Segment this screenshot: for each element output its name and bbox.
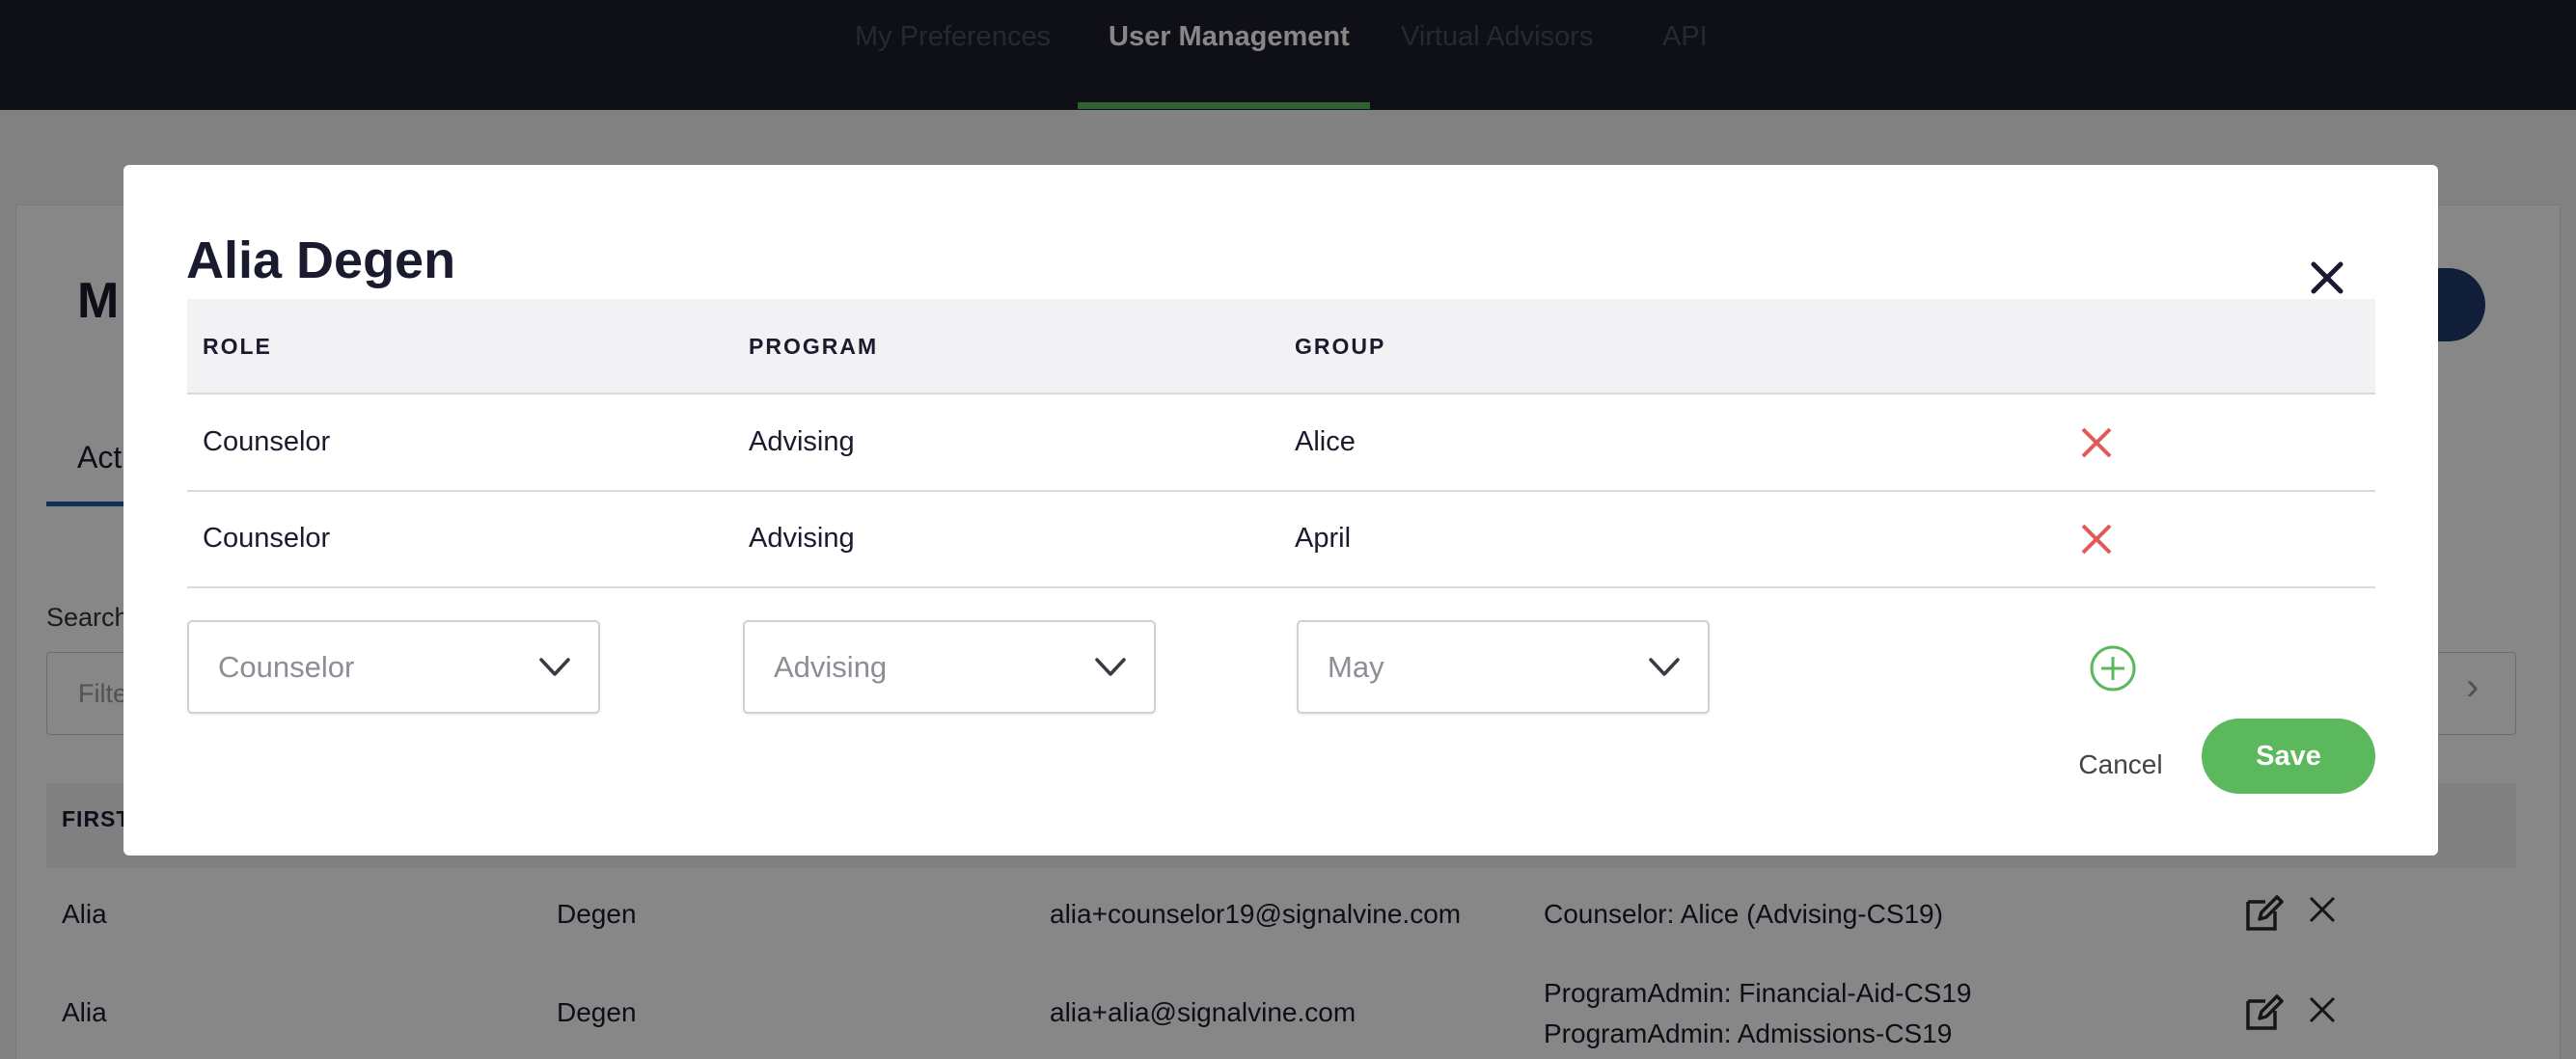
assignments-table-header: ROLE PROGRAM GROUP [187, 299, 2375, 394]
group-select[interactable]: May [1297, 620, 1710, 714]
cancel-button[interactable]: Cancel [2053, 741, 2188, 789]
program-select[interactable]: Advising [743, 620, 1156, 714]
role-select[interactable]: Counselor [187, 620, 600, 714]
delete-x-icon[interactable] [2078, 424, 2115, 461]
chevron-down-icon [539, 658, 570, 676]
column-header-group: GROUP [1295, 334, 1386, 359]
table-row: Counselor Advising April [187, 492, 2375, 588]
role-select-value: Counselor [218, 650, 355, 684]
cell-group: April [1295, 523, 1352, 554]
cell-role: Counselor [203, 523, 331, 554]
close-icon[interactable] [2302, 253, 2352, 303]
chevron-down-icon [1649, 658, 1680, 676]
cell-role: Counselor [203, 426, 331, 457]
chevron-down-icon [1095, 658, 1126, 676]
add-circle-icon[interactable] [2089, 644, 2137, 692]
cell-program: Advising [749, 426, 855, 457]
program-select-value: Advising [774, 650, 888, 684]
edit-user-roles-modal: Alia Degen ROLE PROGRAM GROUP Counselor … [123, 165, 2438, 855]
delete-x-icon[interactable] [2078, 521, 2115, 557]
modal-title: Alia Degen [186, 231, 456, 289]
column-header-program: PROGRAM [749, 334, 879, 359]
save-button[interactable]: Save [2202, 719, 2375, 794]
cell-group: Alice [1295, 426, 1356, 457]
cell-program: Advising [749, 523, 855, 554]
group-select-value: May [1328, 650, 1384, 684]
column-header-role: ROLE [203, 334, 272, 359]
table-row: Counselor Advising Alice [187, 395, 2375, 492]
